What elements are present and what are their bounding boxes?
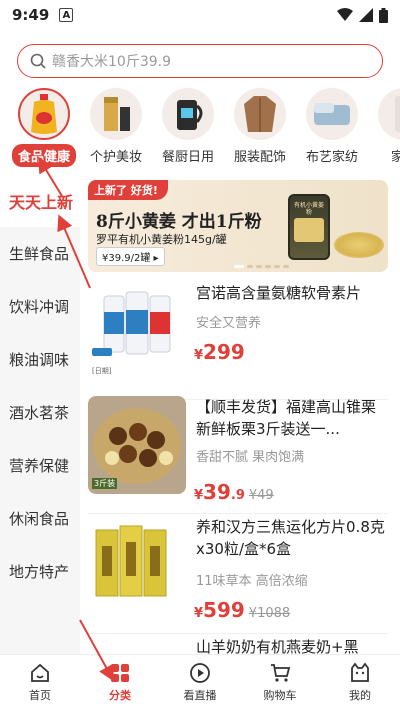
battery-icon [379,7,388,23]
bottom-tab-bar: 首页 分类 看直播 购物车 我的 [0,654,400,710]
search-placeholder: 赣香大米10斤39.9 [52,54,171,70]
product-name: 宫诺高含量氨糖软骨素片 [196,284,362,302]
category-appliances[interactable]: 家电 [368,88,400,168]
product-item[interactable]: 养和汉方三焦运化方片0.8克x30粒/盒*6盒 11味草本 高倍浓缩 ¥599 ¥… [88,516,388,634]
coat-icon [234,88,286,140]
tab-label: 分类 [109,689,131,702]
tab-profile[interactable]: 我的 [320,655,400,710]
category-kitchen[interactable]: 餐厨日用 [152,88,224,168]
price-currency: ¥ [194,606,204,621]
wifi-icon [337,8,353,21]
product-price: ¥299 [194,340,249,364]
sidebar-item-fresh-food[interactable]: 生鲜食品 [0,227,80,280]
product-price: ¥39.9 ¥49 [194,480,274,504]
thumb-label: [日期] [92,367,112,375]
sidebar-item-new-arrivals[interactable]: 天天上新 [0,174,80,227]
product-item[interactable]: 山羊奶奶有机燕麦奶+黑 [88,636,388,654]
category-label: 服装配饰 [233,150,286,165]
banner-dot [256,265,262,268]
tab-category[interactable]: 分类 [80,655,160,710]
price-decimal: .9 [230,488,245,503]
ginger-powder-image [334,232,384,258]
product-desc: 11味草本 高倍浓缩 [196,574,308,589]
product-item[interactable]: 3斤装 【顺丰发货】福建高山锥栗新鲜板栗3斤装送一... 香甜不腻 果肉饱满 ¥… [88,396,388,514]
search-icon [30,53,46,69]
price-currency: ¥ [194,488,204,503]
banner-dot [274,265,280,268]
sidebar-item-grain-oil[interactable]: 粮油调味 [0,333,80,386]
home-icon [31,663,49,682]
sidebar-item-wine-tea[interactable]: 酒水茗茶 [0,386,80,439]
category-textiles[interactable]: 布艺家纺 [296,88,368,168]
supplement-bottles-image: [日期] [88,282,186,380]
original-price: ¥1088 [248,606,291,621]
tab-live[interactable]: 看直播 [160,655,240,710]
cosmetics-icon [90,88,142,140]
tab-home[interactable]: 首页 [0,655,80,710]
notification-icon: A [59,8,74,22]
appliance-icon [378,88,400,140]
banner-title: 8斤小黄姜 才出1斤粉 [96,212,262,232]
tab-cart[interactable]: 购物车 [240,655,320,710]
category-icon [111,664,129,682]
product-name: 山羊奶奶有机燕麦奶+黑 [196,638,359,654]
status-time: 9:49 [12,6,50,24]
kettle-icon [162,88,214,140]
banner-dot [247,265,253,268]
status-bar: 9:49 A [0,0,400,30]
category-label: 布艺家纺 [305,150,358,165]
banner-pagination [234,265,289,268]
tab-label: 我的 [349,689,371,702]
price-currency: ¥ [194,348,204,363]
price-integer: 599 [203,598,245,622]
original-price: ¥49 [248,488,274,503]
category-label: 食品健康 [11,144,76,167]
price-integer: 299 [203,340,245,364]
live-icon [190,663,210,683]
oil-bottle-icon [18,88,70,140]
cart-icon [271,664,291,682]
status-icons [337,7,388,23]
tab-label: 购物车 [263,689,297,702]
sidebar-item-local-specialty[interactable]: 地方特产 [0,545,80,598]
herbal-boxes-image [88,516,186,614]
banner-dot [283,265,289,268]
product-name: 【顺丰发货】福建高山锥栗新鲜板栗3斤装送一... [196,398,377,438]
banner-tag: 上新了 好货! [88,180,168,200]
sidebar: 天天上新 生鲜食品 饮料冲调 粮油调味 酒水茗茶 营养保健 休闲食品 地方特产 [0,174,80,654]
product-name: 养和汉方三焦运化方片0.8克x30粒/盒*6盒 [196,518,385,558]
category-label: 餐厨日用 [161,150,214,165]
tab-label: 看直播 [183,689,217,702]
category-label: 家电 [390,150,400,165]
chestnuts-image: 3斤装 [88,396,186,494]
product-item[interactable]: [日期] 宫诺高含量氨糖软骨素片 安全又营养 ¥299 [88,282,388,400]
category-label: 个护美妆 [89,150,142,165]
ginger-jar-image: 有机小黄姜粉 [288,194,330,260]
category-apparel[interactable]: 服装配饰 [224,88,296,168]
category-personal-care[interactable]: 个护美妆 [80,88,152,168]
thumb-label: 3斤装 [92,478,118,489]
product-desc: 安全又营养 [196,316,262,331]
price-integer: 39 [203,480,231,504]
sidebar-item-nutrition[interactable]: 营养保健 [0,439,80,492]
signal-icon [359,8,373,22]
tab-label: 首页 [29,689,51,702]
jar-label: 有机小黄姜粉 [293,202,324,216]
promo-banner[interactable]: 上新了 好货! 8斤小黄姜 才出1斤粉 罗平有机小黄姜粉145g/罐 ¥39.9… [88,180,388,272]
banner-dot [265,265,271,268]
product-desc: 香甜不腻 果肉饱满 [196,450,305,465]
product-price: ¥599 ¥1088 [194,598,290,622]
banner-price-button[interactable]: ¥39.9/2罐 ▸ [96,247,165,266]
bedding-icon [306,88,358,140]
banner-dot [234,265,244,268]
category-row: 食品健康 个护美妆 餐厨日用 服装配饰 布艺家纺 家电 [0,88,400,168]
sidebar-item-beverages[interactable]: 饮料冲调 [0,280,80,333]
search-bar[interactable]: 赣香大米10斤39.9 [17,44,383,78]
category-food-health[interactable]: 食品健康 [8,88,80,168]
sidebar-item-snacks[interactable]: 休闲食品 [0,492,80,545]
profile-icon [351,662,369,682]
banner-subtitle: 罗平有机小黄姜粉145g/罐 [96,233,227,246]
